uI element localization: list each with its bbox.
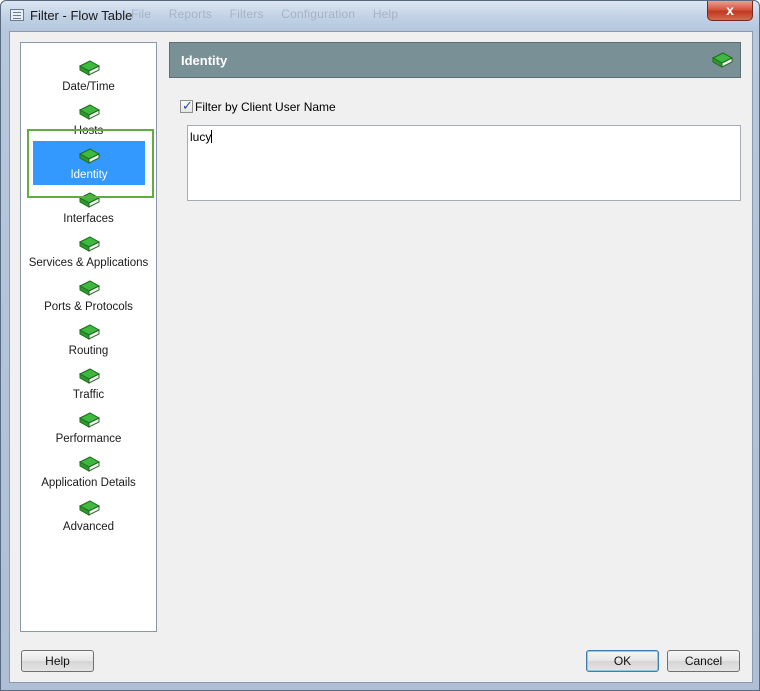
nav-item-services-applications[interactable]: Services & Applications	[21, 233, 156, 277]
filter-category-list: Date/Time Hosts Identity Interfaces Services…	[20, 42, 157, 632]
nav-item-ports-protocols[interactable]: Ports & Protocols	[21, 277, 156, 321]
nav-item-label: Interfaces	[63, 213, 114, 225]
green-book-icon	[78, 104, 100, 120]
nav-item-label: Performance	[55, 433, 122, 445]
nav-item-label: Routing	[68, 345, 109, 357]
background-menu-item: Filters	[229, 7, 264, 21]
user-names-textarea[interactable]: lucy	[187, 125, 741, 201]
nav-item-routing[interactable]: Routing	[21, 321, 156, 365]
nav-item-label: Services & Applications	[28, 257, 149, 269]
nav-item-label: Ports & Protocols	[44, 301, 133, 313]
nav-item-label: Hosts	[73, 125, 104, 137]
green-book-icon	[78, 192, 100, 208]
background-menu-bar: File Reports Filters Configuration Help	[131, 7, 412, 21]
nav-item-traffic[interactable]: Traffic	[21, 365, 156, 409]
background-menu-item: Help	[372, 7, 399, 21]
green-book-icon	[78, 236, 100, 252]
nav-item-date-time[interactable]: Date/Time	[21, 57, 156, 101]
title-bar[interactable]: Filter - Flow Table File Reports Filters…	[1, 1, 759, 31]
nav-item-label: Application Details	[41, 477, 136, 489]
background-menu-item: File	[131, 7, 152, 21]
ok-button[interactable]: OK	[586, 650, 659, 672]
cancel-button[interactable]: Cancel	[667, 650, 740, 672]
background-menu-item: Configuration	[281, 7, 356, 21]
nav-item-label: Traffic	[72, 389, 105, 401]
green-book-icon	[711, 52, 733, 68]
window-title: Filter - Flow Table	[30, 8, 133, 23]
green-book-icon	[78, 324, 100, 340]
green-book-icon	[78, 60, 100, 76]
nav-item-hosts[interactable]: Hosts	[21, 101, 156, 145]
nav-item-label: Date/Time	[62, 81, 115, 93]
nav-item-interfaces[interactable]: Interfaces	[21, 189, 156, 233]
panel-header: Identity	[169, 42, 741, 78]
close-icon: x	[726, 2, 734, 18]
user-names-value: lucy	[190, 130, 212, 144]
nav-item-label: Advanced	[62, 521, 115, 533]
close-button[interactable]: x	[707, 1, 753, 21]
green-book-icon	[78, 500, 100, 516]
help-button[interactable]: Help	[21, 650, 94, 672]
green-book-icon	[78, 148, 100, 164]
nav-item-application-details[interactable]: Application Details	[21, 453, 156, 497]
checkbox-label: Filter by Client User Name	[195, 100, 336, 114]
green-book-icon	[78, 280, 100, 296]
text-caret	[211, 130, 213, 143]
background-menu-item: Reports	[168, 7, 213, 21]
green-book-icon	[78, 412, 100, 428]
nav-item-label: Identity	[70, 169, 108, 181]
filter-by-client-user-name-checkbox[interactable]: ✓	[180, 98, 193, 113]
nav-item-identity[interactable]: Identity	[33, 141, 145, 185]
nav-item-performance[interactable]: Performance	[21, 409, 156, 453]
checkmark-icon: ✓	[182, 98, 193, 113]
green-book-icon	[78, 456, 100, 472]
nav-item-advanced[interactable]: Advanced	[21, 497, 156, 541]
green-book-icon	[78, 368, 100, 384]
window-icon	[10, 9, 24, 21]
panel-title: Identity	[181, 53, 228, 68]
